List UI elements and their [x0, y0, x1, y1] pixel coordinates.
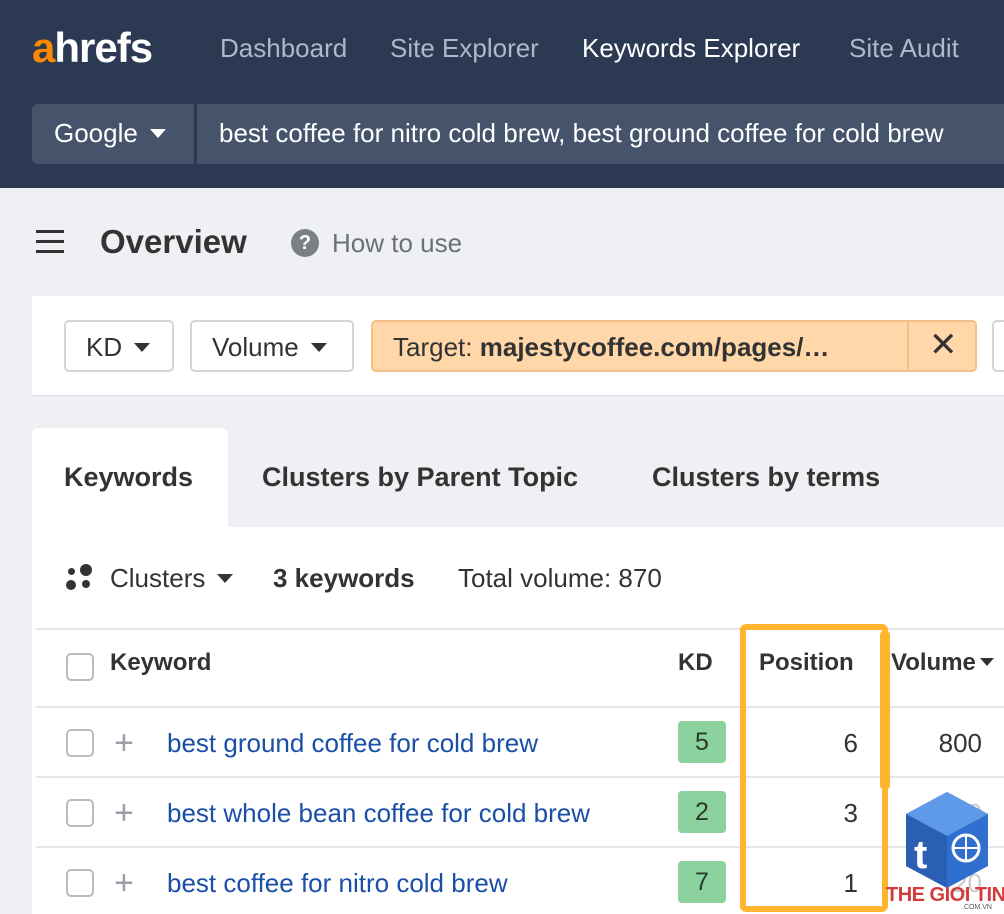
vertical-scrollbar[interactable] [880, 630, 890, 790]
kd-badge: 2 [678, 791, 726, 833]
tab-clusters-by-terms[interactable]: Clusters by terms [652, 462, 880, 493]
keyword-link[interactable]: best coffee for nitro cold brew [167, 868, 508, 899]
svg-text:t: t [914, 833, 927, 877]
target-filter-prefix: Target: [393, 332, 473, 362]
volume-filter-button[interactable]: Volume [190, 320, 354, 372]
hamburger-menu-icon[interactable] [36, 230, 64, 254]
how-to-use-link[interactable]: How to use [332, 228, 462, 259]
search-engine-select[interactable]: Google [32, 104, 194, 164]
total-volume: Total volume: 870 [458, 563, 662, 593]
row-checkbox[interactable] [66, 729, 94, 757]
clusters-icon [66, 564, 96, 592]
keyword-link[interactable]: best ground coffee for cold brew [167, 728, 538, 759]
nav-site-explorer[interactable]: Site Explorer [390, 33, 539, 64]
keyword-search-input[interactable]: best coffee for nitro cold brew, best gr… [197, 104, 1004, 164]
keyword-search-bar: Google best coffee for nitro cold brew, … [32, 104, 1004, 164]
clusters-dropdown[interactable]: Clusters [110, 563, 234, 594]
kd-filter-button[interactable]: KD [64, 320, 174, 372]
row-checkbox[interactable] [66, 869, 94, 897]
nav-dashboard[interactable]: Dashboard [220, 33, 347, 64]
target-filter-chip[interactable]: Target: majestycoffee.com/pages/… ✕ [371, 320, 977, 372]
search-engine-label: Google [54, 118, 138, 148]
ahrefs-logo[interactable]: ahrefs [32, 24, 153, 72]
question-mark-icon[interactable]: ? [291, 229, 319, 257]
filter-bar: KD Volume Target: majestycoffee.com/page… [32, 296, 1004, 396]
watermark-cube-logo: t [906, 792, 988, 888]
chevron-down-icon [149, 128, 166, 138]
close-icon[interactable]: ✕ [929, 325, 958, 365]
logo-accent: a [32, 24, 55, 71]
position-column-highlight [740, 624, 888, 912]
logo-text: hrefs [54, 24, 153, 71]
add-to-list-icon[interactable]: + [114, 726, 134, 760]
nav-site-audit[interactable]: Site Audit [849, 33, 959, 64]
kd-badge: 7 [678, 861, 726, 903]
column-header-volume[interactable]: Volume [891, 649, 994, 677]
chevron-down-icon [310, 342, 327, 352]
kd-filter-label: KD [86, 332, 123, 362]
more-filters-button[interactable] [992, 320, 1004, 372]
add-to-list-icon[interactable]: + [114, 866, 134, 900]
keyword-count: 3 keywords [273, 563, 415, 593]
row-checkbox[interactable] [66, 799, 94, 827]
volume-header-label: Volume [891, 649, 976, 676]
tab-keywords[interactable]: Keywords [64, 462, 193, 493]
column-header-kd[interactable]: KD [678, 649, 713, 677]
add-to-list-icon[interactable]: + [114, 796, 134, 830]
sort-desc-icon[interactable] [979, 657, 994, 666]
watermark-domain: .COM.VN [962, 904, 992, 911]
page-title: Overview [100, 223, 247, 260]
keyword-link[interactable]: best whole bean coffee for cold brew [167, 798, 590, 829]
kd-badge: 5 [678, 721, 726, 763]
clusters-label: Clusters [110, 563, 206, 593]
top-navigation-bar: ahrefs Dashboard Site Explorer Keywords … [0, 0, 1004, 188]
chevron-down-icon [134, 342, 151, 352]
volume-filter-label: Volume [212, 332, 299, 362]
chip-divider [907, 322, 909, 370]
nav-keywords-explorer[interactable]: Keywords Explorer [582, 33, 800, 64]
column-header-keyword[interactable]: Keyword [110, 649, 211, 677]
target-filter-value: majestycoffee.com/pages/… [479, 332, 830, 362]
chevron-down-icon [217, 573, 234, 583]
tab-clusters-by-parent-topic[interactable]: Clusters by Parent Topic [262, 462, 578, 493]
select-all-checkbox[interactable] [66, 653, 94, 681]
